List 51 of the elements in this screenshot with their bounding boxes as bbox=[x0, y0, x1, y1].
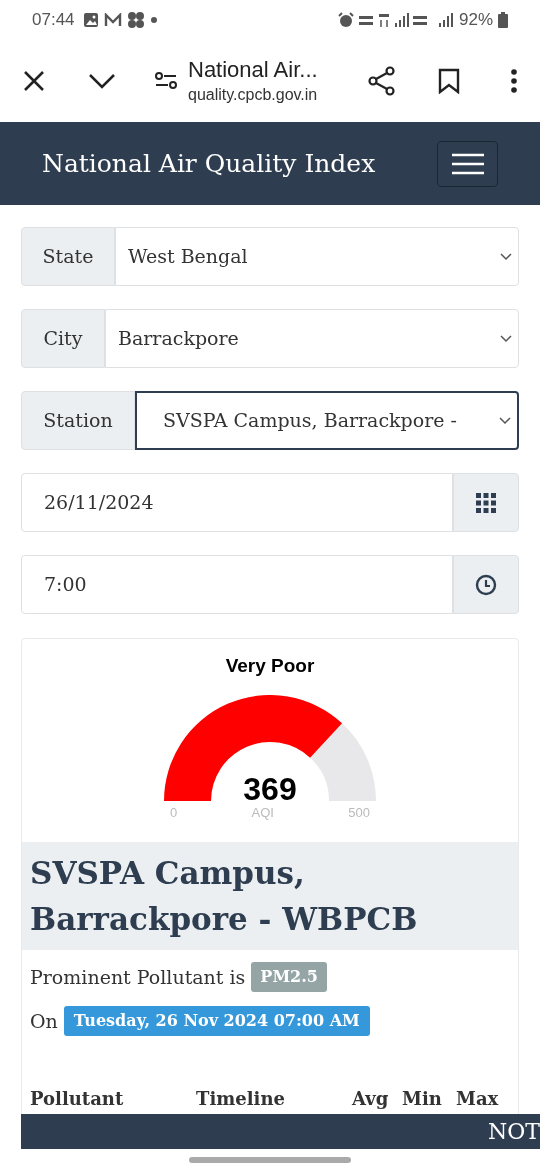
battery-percent: 92% bbox=[458, 9, 493, 32]
gauge-max: 500 bbox=[348, 803, 370, 822]
aqi-value: 369 bbox=[242, 772, 298, 805]
input-field[interactable]: 7:00 bbox=[21, 555, 453, 614]
aqi-category: Very Poor bbox=[224, 654, 316, 678]
gauge-min: 0 bbox=[170, 803, 178, 822]
column-header: Timeline bbox=[196, 1087, 286, 1111]
column-header: Avg bbox=[352, 1087, 390, 1111]
signal-icon bbox=[437, 12, 454, 28]
menu-icon bbox=[451, 152, 484, 175]
app-icon bbox=[126, 11, 145, 29]
dot-icon bbox=[149, 16, 158, 24]
share-icon[interactable] bbox=[368, 66, 396, 96]
gauge-unit: AQI bbox=[251, 803, 274, 822]
column-header: Min bbox=[402, 1087, 443, 1111]
status-time: 07:44 bbox=[32, 9, 75, 32]
calendar-button[interactable] bbox=[453, 473, 519, 532]
clock-icon bbox=[475, 573, 497, 596]
field-label: State bbox=[21, 227, 115, 286]
column-header: Pollutant bbox=[30, 1087, 125, 1111]
close-icon[interactable] bbox=[22, 69, 46, 93]
chevron-down-icon bbox=[500, 334, 512, 343]
input-field[interactable]: 26/11/2024 bbox=[21, 473, 453, 532]
prominent-label: Prominent Pollutant is bbox=[30, 964, 246, 990]
pollutant-badge: PM2.5 bbox=[251, 962, 327, 992]
chevron-down-icon bbox=[500, 252, 512, 261]
site-settings-icon[interactable] bbox=[154, 71, 178, 91]
chevron-down-icon bbox=[499, 416, 511, 425]
more-icon[interactable] bbox=[510, 68, 518, 94]
alarm-icon bbox=[337, 12, 354, 28]
page-url: quality.cpcb.gov.in bbox=[188, 85, 319, 105]
dropdown-field[interactable]: SVSPA Campus, Barrackpore - bbox=[135, 391, 519, 450]
dropdown-field[interactable]: Barrackpore bbox=[105, 309, 519, 368]
column-header: Max bbox=[456, 1087, 500, 1111]
chevron-down-icon[interactable] bbox=[88, 73, 116, 89]
grid-icon bbox=[476, 492, 496, 513]
field-label: City bbox=[21, 309, 105, 368]
mail-icon bbox=[103, 13, 122, 27]
clock-button[interactable] bbox=[453, 555, 519, 614]
page-title: National Air... bbox=[188, 56, 319, 84]
date-label: On bbox=[30, 1008, 58, 1034]
field-label: Station bbox=[21, 391, 135, 450]
bookmark-icon[interactable] bbox=[438, 68, 460, 94]
site-title: National Air Quality Index bbox=[42, 147, 377, 180]
datetime-badge: Tuesday, 26 Nov 2024 07:00 AM bbox=[63, 1006, 370, 1036]
menu-button[interactable] bbox=[437, 140, 498, 187]
note-text: NOT bbox=[488, 1118, 540, 1146]
dropdown-field[interactable]: West Bengal bbox=[115, 227, 519, 286]
gallery-icon bbox=[82, 12, 99, 28]
station-name: SVSPA Campus, Barrackpore - WBPCB bbox=[30, 854, 419, 939]
battery-icon bbox=[498, 12, 508, 28]
